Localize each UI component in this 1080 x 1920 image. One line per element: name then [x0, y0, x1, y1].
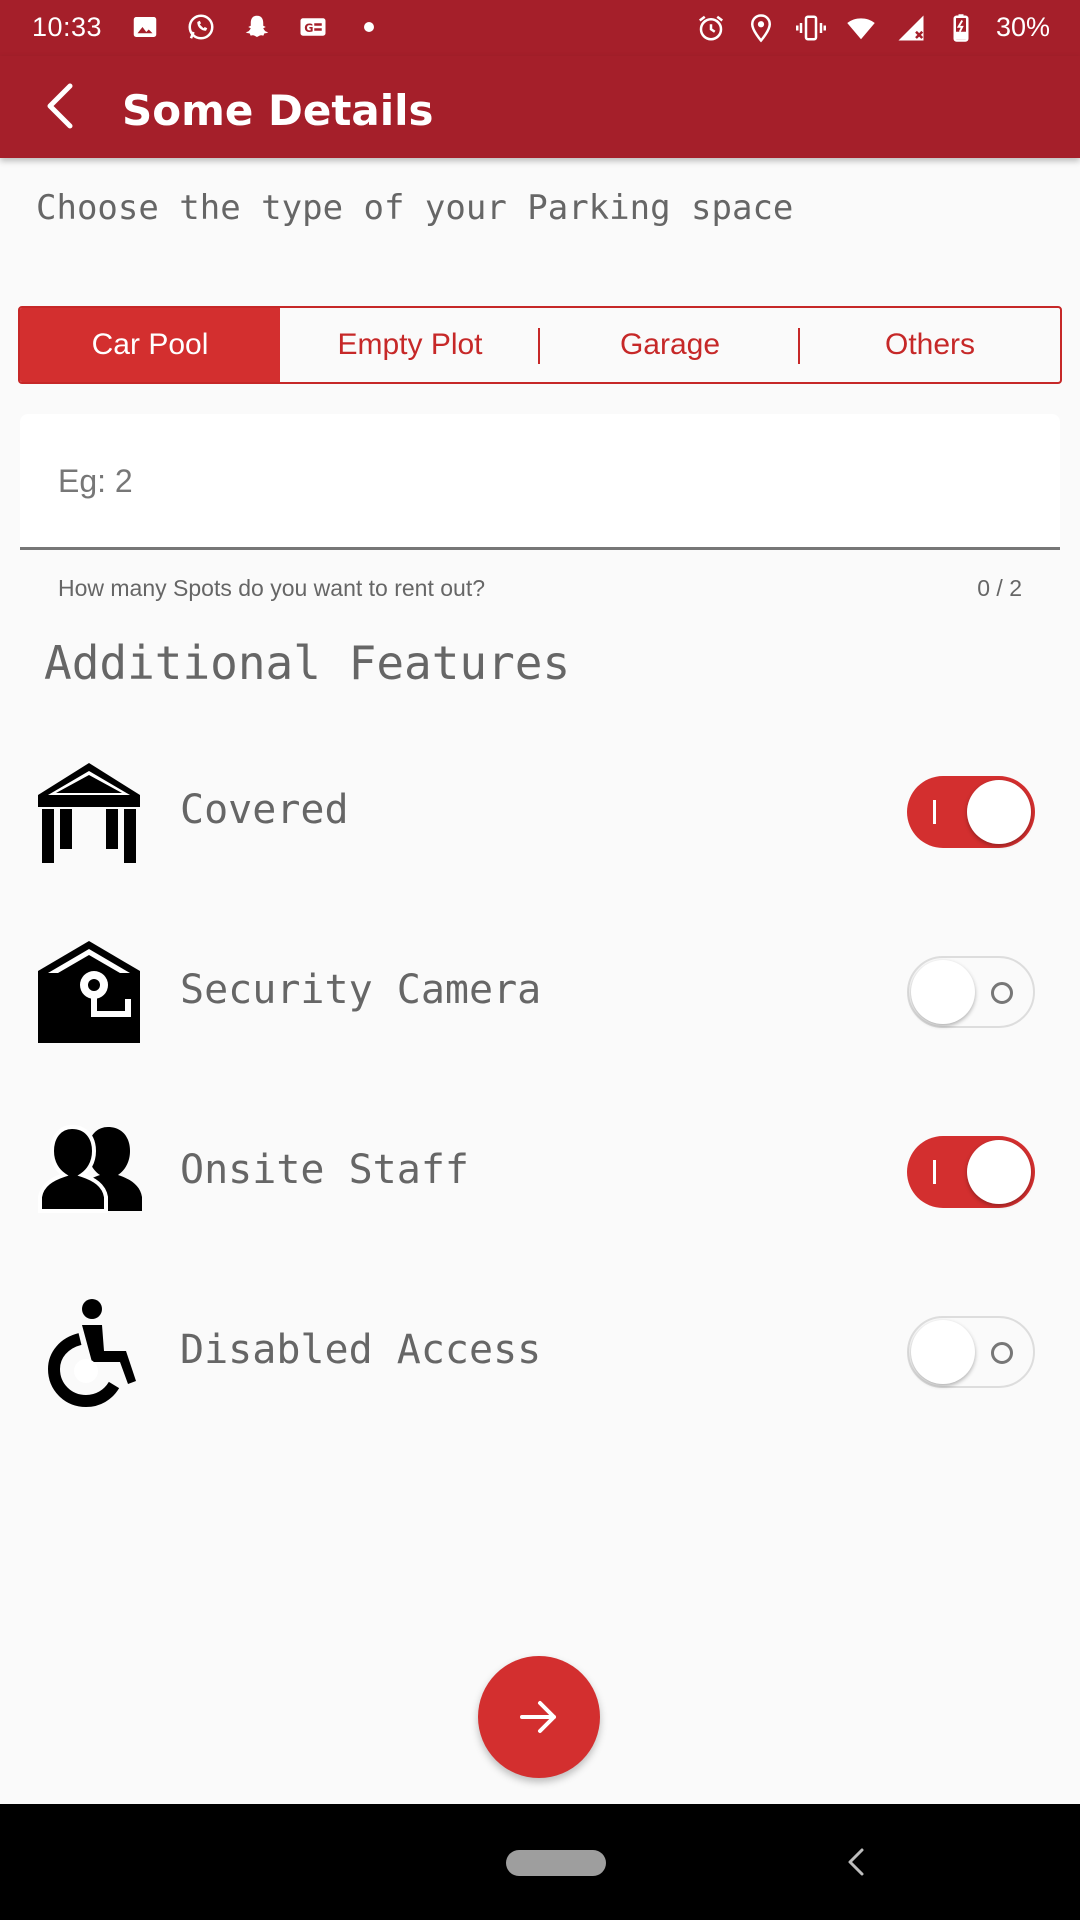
- home-pill[interactable]: [506, 1850, 606, 1876]
- status-bar: 10:33 G 30%: [0, 0, 1080, 56]
- spots-char-counter: 0 / 2: [977, 575, 1022, 601]
- signal-icon: [898, 15, 924, 40]
- covered-toggle[interactable]: [907, 776, 1035, 848]
- spots-helper-text: How many Spots do you want to rent out?: [58, 575, 486, 601]
- page-title: Some Details: [122, 86, 434, 135]
- nav-back-icon[interactable]: [836, 1842, 876, 1882]
- notification-icons: G: [130, 12, 384, 42]
- toggle-knob: [911, 960, 975, 1024]
- segment-label: Others: [884, 328, 976, 361]
- wifi-icon: [847, 17, 875, 39]
- spots-input[interactable]: [58, 456, 998, 506]
- vibrate-icon: [795, 15, 826, 40]
- feature-label: Covered: [180, 787, 349, 833]
- system-icons: 30%: [696, 12, 1050, 43]
- feature-row-disabled-access: Disabled Access: [0, 1297, 1080, 1417]
- battery-percent: 30%: [995, 12, 1050, 42]
- arrow-right-icon: [520, 1701, 556, 1733]
- image-icon: [133, 17, 157, 37]
- parking-type-hint: Choose the type of your Parking space: [36, 188, 794, 228]
- covered-shelter-icon: [38, 763, 140, 863]
- toggle-on-mark: [933, 800, 936, 824]
- segment-label: Empty Plot: [337, 328, 483, 361]
- toggle-off-mark: [991, 982, 1013, 1004]
- features-heading: Additional Features: [44, 636, 571, 690]
- feature-row-security-camera: Security Camera: [0, 937, 1080, 1057]
- back-arrow-icon[interactable]: [36, 78, 92, 134]
- next-button[interactable]: [478, 1656, 600, 1778]
- spots-field: [20, 414, 1060, 550]
- segment-garage[interactable]: Garage: [540, 308, 800, 382]
- segment-label: Garage: [619, 328, 721, 361]
- feature-label: Disabled Access: [180, 1327, 542, 1373]
- toggle-off-mark: [991, 1342, 1013, 1364]
- security-camera-toggle[interactable]: [907, 956, 1035, 1028]
- location-icon: [750, 13, 771, 42]
- screen: 10:33 G 30% Some Details Choose the type…: [0, 0, 1080, 1920]
- staff-icon: [38, 1124, 142, 1213]
- dot-icon: [364, 22, 374, 32]
- toggle-knob: [911, 1320, 975, 1384]
- app-bar: Some Details: [0, 56, 1080, 158]
- segment-label: Car Pool: [91, 328, 209, 361]
- feature-label: Onsite Staff: [180, 1147, 469, 1193]
- status-time: 10:33: [32, 12, 103, 42]
- segment-empty-plot[interactable]: Empty Plot: [280, 308, 540, 382]
- feature-label: Security Camera: [180, 967, 542, 1013]
- segment-car-pool[interactable]: Car Pool: [20, 308, 280, 382]
- toggle-on-mark: [933, 1160, 936, 1184]
- security-camera-icon: [38, 941, 140, 1043]
- alarm-icon: [698, 15, 723, 40]
- wheelchair-icon: [47, 1299, 136, 1407]
- snapchat-icon: [245, 15, 269, 37]
- whatsapp-icon: [188, 14, 214, 40]
- feature-row-onsite-staff: Onsite Staff: [0, 1117, 1080, 1237]
- toggle-knob: [967, 1140, 1031, 1204]
- segment-others[interactable]: Others: [800, 308, 1060, 382]
- toggle-knob: [967, 780, 1031, 844]
- system-nav-bar: [0, 1804, 1080, 1920]
- feature-row-covered: Covered: [0, 757, 1080, 877]
- news-icon: G: [300, 18, 326, 36]
- svg-text:G: G: [304, 22, 313, 35]
- battery-icon: [953, 13, 969, 42]
- disabled-access-toggle[interactable]: [907, 1316, 1035, 1388]
- parking-type-selector: Car Pool Empty Plot Garage Others: [18, 306, 1062, 384]
- onsite-staff-toggle[interactable]: [907, 1136, 1035, 1208]
